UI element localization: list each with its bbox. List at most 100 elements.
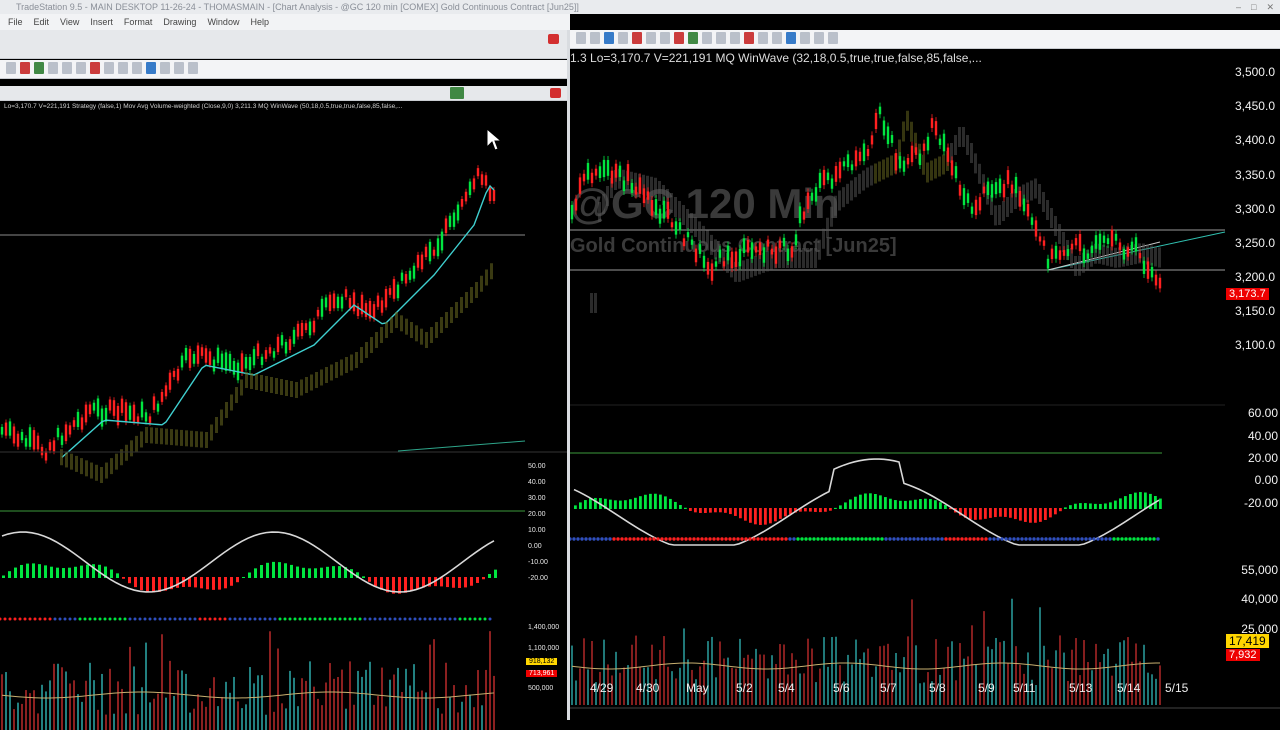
close-icon[interactable] <box>550 88 561 98</box>
menu-item-window[interactable]: Window <box>207 14 239 30</box>
menu-icon[interactable] <box>6 62 16 74</box>
menu-item-file[interactable]: File <box>8 14 23 30</box>
menu-icon[interactable] <box>576 32 586 44</box>
cloud-bar <box>1046 200 1049 220</box>
cloud-bar <box>320 369 323 386</box>
osc-dot <box>684 537 688 541</box>
text-icon[interactable] <box>828 32 838 44</box>
candle-body <box>902 160 906 172</box>
alert-icon[interactable] <box>674 32 684 44</box>
record-icon[interactable] <box>632 32 642 44</box>
crosshair-icon[interactable] <box>730 32 740 44</box>
trendline-icon[interactable] <box>758 32 768 44</box>
panel-splitter[interactable] <box>567 30 570 720</box>
candle-body <box>204 348 208 363</box>
candle-body <box>966 193 970 203</box>
right-chart-canvas[interactable] <box>570 60 1280 720</box>
fib-icon[interactable] <box>800 32 810 44</box>
symbol-icon[interactable] <box>646 32 656 44</box>
histogram-bar <box>894 500 897 509</box>
osc-dot <box>976 537 980 541</box>
left-chart-subheader <box>0 86 568 101</box>
histogram-bar <box>1124 496 1127 509</box>
candle-body <box>926 136 930 151</box>
menu-item-view[interactable]: View <box>60 14 79 30</box>
osc-tick: 10.00 <box>528 527 546 534</box>
cloud-bar <box>990 195 993 215</box>
record-icon[interactable] <box>20 62 30 74</box>
maximize-icon[interactable]: □ <box>1251 0 1256 14</box>
histogram-bar <box>764 508 767 525</box>
strategy-icon[interactable] <box>450 87 464 99</box>
candle-body <box>894 153 898 171</box>
histogram-bar <box>859 494 862 509</box>
hline-icon[interactable] <box>132 62 142 74</box>
channel-icon[interactable] <box>786 32 796 44</box>
osc-dot <box>872 537 876 541</box>
cloud-bar <box>85 460 88 477</box>
cloud-bar <box>806 248 809 268</box>
crosshair-icon[interactable] <box>104 62 114 74</box>
zoom-out-icon[interactable] <box>716 32 726 44</box>
zoom-in-icon[interactable] <box>702 32 712 44</box>
histogram-bar <box>2 575 5 578</box>
menu-item-format[interactable]: Format <box>124 14 153 30</box>
refresh-icon[interactable] <box>604 32 614 44</box>
histogram-bar <box>739 508 742 519</box>
hand-icon[interactable] <box>90 62 100 74</box>
histogram-bar <box>984 508 987 519</box>
cloud-bar <box>155 427 158 444</box>
minimize-icon[interactable]: – <box>1236 0 1241 14</box>
vol-tick: 1,100,000 <box>528 645 560 652</box>
hand-icon[interactable] <box>744 32 754 44</box>
candle-body <box>870 135 874 145</box>
candle-body <box>292 329 296 344</box>
close-icon[interactable] <box>548 34 559 44</box>
close-icon[interactable]: ✕ <box>1266 0 1274 14</box>
menu-item-drawing[interactable]: Drawing <box>163 14 196 30</box>
histogram-bar <box>56 567 59 578</box>
candle-body <box>1122 248 1126 260</box>
candle-body <box>706 261 710 275</box>
histogram-bar <box>644 494 647 509</box>
zoom-out-icon[interactable] <box>62 62 72 74</box>
candle-body <box>962 188 966 206</box>
chart-icon[interactable] <box>34 62 44 74</box>
trendline-icon[interactable] <box>118 62 128 74</box>
histogram-bar <box>1024 508 1027 522</box>
menu-item-insert[interactable]: Insert <box>90 14 113 30</box>
chart-icon[interactable] <box>688 32 698 44</box>
zoom-in-icon[interactable] <box>48 62 58 74</box>
cloud-bar <box>858 173 861 194</box>
copy-icon[interactable] <box>590 32 600 44</box>
pointer-icon[interactable] <box>76 62 86 74</box>
fib-icon[interactable] <box>160 62 170 74</box>
menu-item-help[interactable]: Help <box>250 14 269 30</box>
pointer-icon[interactable] <box>660 32 670 44</box>
candle-body <box>850 164 854 171</box>
osc-dot <box>992 537 996 541</box>
menu-item-edit[interactable]: Edit <box>34 14 50 30</box>
arrow-icon[interactable] <box>174 62 184 74</box>
hline-icon[interactable] <box>772 32 782 44</box>
channel-icon[interactable] <box>146 62 156 74</box>
candle-body <box>718 249 722 258</box>
candle-body <box>874 112 878 130</box>
cloud-bar <box>70 453 73 470</box>
arrow-icon[interactable] <box>814 32 824 44</box>
cloud-bar <box>654 177 657 198</box>
histogram-bar <box>864 493 867 509</box>
candle-body <box>392 279 396 299</box>
layout-icon[interactable] <box>618 32 628 44</box>
histogram-bar <box>482 577 485 580</box>
candle-body <box>918 153 922 166</box>
osc-dot <box>98 617 102 621</box>
cloud-bar <box>1058 224 1061 244</box>
osc-dot <box>708 537 712 541</box>
text-icon[interactable] <box>188 62 198 74</box>
cloud-bar <box>746 258 749 279</box>
osc-dot <box>604 537 608 541</box>
left-chart-canvas[interactable] <box>0 110 568 730</box>
osc-dot <box>968 537 972 541</box>
osc-dot <box>864 537 868 541</box>
